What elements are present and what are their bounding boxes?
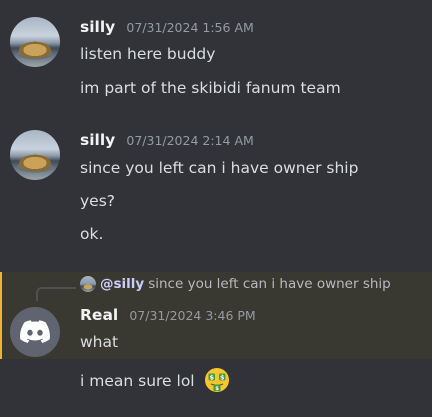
reply-avatar: [80, 276, 96, 292]
username[interactable]: silly: [80, 131, 115, 149]
svg-text:$: $: [220, 373, 225, 381]
discord-logo-icon: [20, 320, 50, 343]
money-mouth-face-icon[interactable]: $ $ $: [204, 367, 230, 393]
reply-text[interactable]: since you left can i have owner ship: [148, 276, 391, 292]
timestamp: 07/31/2024 2:14 AM: [126, 133, 254, 148]
message-text: i mean sure lol: [80, 372, 195, 390]
message-header: silly 07/31/2024 2:14 AM: [80, 130, 254, 149]
username[interactable]: Real: [80, 306, 118, 324]
message-text: since you left can i have owner ship: [80, 159, 359, 177]
reply-connector: [36, 287, 76, 301]
message-text: what: [80, 333, 119, 351]
avatar[interactable]: [10, 307, 60, 357]
reply-mention[interactable]: @silly: [100, 276, 144, 292]
avatar[interactable]: [10, 17, 60, 67]
svg-text:$: $: [209, 373, 214, 381]
timestamp: 07/31/2024 3:46 PM: [129, 308, 256, 323]
message-text: yes?: [80, 192, 116, 210]
avatar[interactable]: [10, 130, 60, 180]
message-text-with-emoji: i mean sure lol $ $ $: [80, 367, 230, 393]
message-header: silly 07/31/2024 1:56 AM: [80, 17, 254, 36]
username[interactable]: silly: [80, 18, 115, 36]
timestamp: 07/31/2024 1:56 AM: [126, 20, 254, 35]
reply-preview[interactable]: @silly since you left can i have owner s…: [80, 276, 391, 292]
message-text: im part of the skibidi fanum team: [80, 79, 341, 97]
message-text: listen here buddy: [80, 45, 216, 63]
message-text: ok.: [80, 225, 104, 243]
message-header: Real 07/31/2024 3:46 PM: [80, 305, 256, 324]
svg-text:$: $: [215, 386, 219, 392]
